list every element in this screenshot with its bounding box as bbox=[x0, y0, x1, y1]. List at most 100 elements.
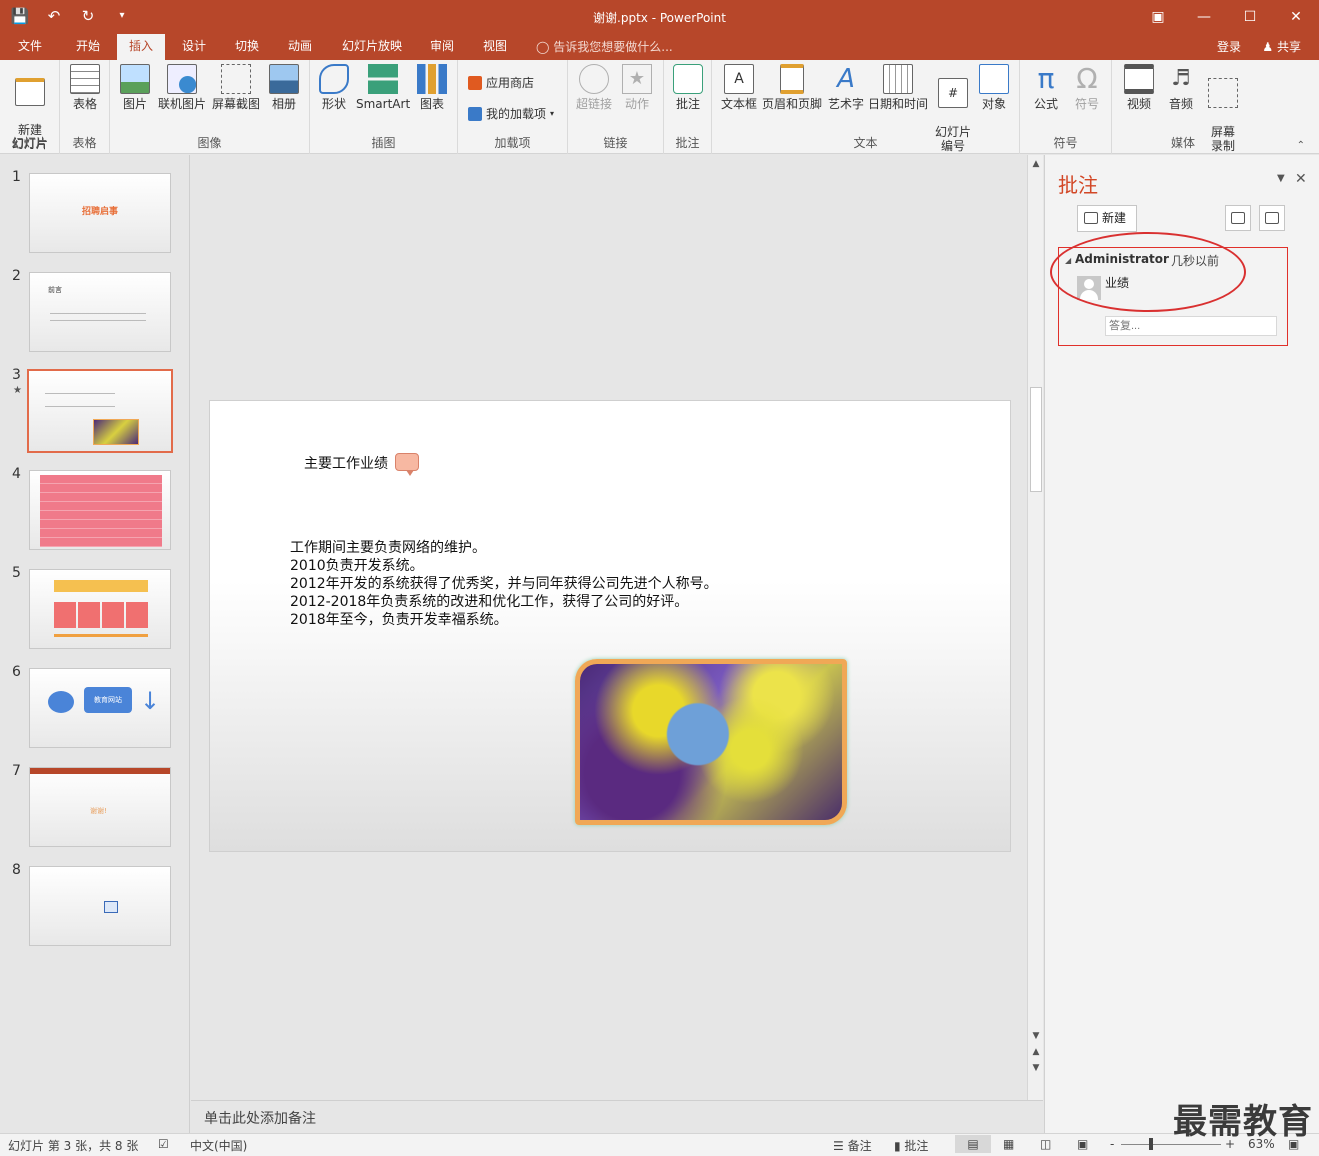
comment-marker-icon[interactable] bbox=[395, 453, 419, 476]
group-addins: 应用商店 我的加载项 ▾ 加载项 bbox=[458, 60, 568, 154]
slide-count-status[interactable]: 幻灯片 第 3 张，共 8 张 bbox=[8, 1137, 138, 1154]
thumb-blocks bbox=[54, 602, 148, 628]
equation-button[interactable]: π 公式 bbox=[1026, 64, 1066, 112]
scrollbar-thumb[interactable] bbox=[1030, 387, 1042, 492]
header-footer-button[interactable]: 页眉和页脚 bbox=[760, 64, 824, 111]
collapse-ribbon-icon[interactable]: ⌃ bbox=[1297, 140, 1305, 151]
tab-home[interactable]: 开始 bbox=[64, 34, 112, 60]
scroll-down-icon[interactable]: ▼ bbox=[1028, 1031, 1044, 1041]
store-button[interactable]: 应用商店 bbox=[468, 74, 534, 91]
new-comment-icon bbox=[1084, 212, 1098, 224]
scroll-up-icon[interactable]: ▲ bbox=[1028, 159, 1044, 169]
tab-transitions[interactable]: 切换 bbox=[223, 34, 271, 60]
pane-options-icon[interactable]: ▼ bbox=[1277, 173, 1285, 184]
slide-picture[interactable] bbox=[575, 659, 847, 825]
next-comment-button[interactable] bbox=[1259, 205, 1285, 231]
slideshow-view-icon[interactable]: ▣ bbox=[1077, 1137, 1088, 1151]
textbox-button[interactable]: A 文本框 bbox=[718, 64, 760, 111]
slide-body-text[interactable]: 工作期间主要负责网络的维护。 2010负责开发系统。 2012年开发的系统获得了… bbox=[290, 539, 718, 629]
screenshot-icon bbox=[221, 64, 251, 94]
notes-toggle[interactable]: ☰ 备注 bbox=[833, 1137, 872, 1154]
chart-label: 图表 bbox=[419, 97, 444, 111]
screenshot-button[interactable]: 屏幕截图 bbox=[210, 64, 262, 111]
tab-animations[interactable]: 动画 bbox=[276, 34, 324, 60]
slide-thumbnail-4[interactable] bbox=[29, 470, 171, 550]
picture-button[interactable]: 图片 bbox=[118, 64, 152, 111]
current-slide[interactable]: 主要工作业绩 工作期间主要负责网络的维护。 2010负责开发系统。 2012年开… bbox=[209, 400, 1011, 852]
maximize-icon[interactable]: ☐ bbox=[1227, 0, 1273, 34]
slide-thumbnail-1[interactable]: 招聘启事 bbox=[29, 173, 171, 253]
chart-button[interactable]: 图表 bbox=[414, 64, 450, 111]
zoom-out-button[interactable]: - bbox=[1110, 1137, 1114, 1151]
slide-thumbnail-7[interactable]: 谢谢! bbox=[29, 767, 171, 847]
tab-review[interactable]: 审阅 bbox=[418, 34, 466, 60]
close-icon[interactable]: ✕ bbox=[1273, 0, 1319, 34]
body-line: 2018年至今，负责开发幸福系统。 bbox=[290, 612, 508, 628]
pane-close-icon[interactable]: ✕ bbox=[1295, 171, 1307, 187]
notes-pane[interactable]: 单击此处添加备注 bbox=[191, 1100, 1043, 1133]
album-label: 相册 bbox=[271, 97, 296, 111]
group-label-tables: 表格 bbox=[72, 136, 97, 150]
chart-icon bbox=[417, 64, 447, 94]
thumb-number: 6 bbox=[12, 664, 21, 680]
slide-thumbnail-3[interactable] bbox=[27, 369, 173, 453]
online-picture-button[interactable]: 联机图片 bbox=[156, 64, 208, 111]
tab-view[interactable]: 视图 bbox=[471, 34, 519, 60]
thumb-number: 8 bbox=[12, 862, 21, 878]
reply-input[interactable] bbox=[1105, 316, 1277, 336]
symbol-button[interactable]: Ω 符号 bbox=[1068, 64, 1106, 112]
vertical-scrollbar[interactable]: ▲ ▼ ▲ ▼ bbox=[1027, 155, 1043, 1100]
thumb-header bbox=[30, 768, 170, 774]
slide-title[interactable]: 主要工作业绩 bbox=[304, 453, 388, 473]
tab-insert[interactable]: 插入 bbox=[117, 34, 166, 60]
action-button[interactable]: ★ 动作 bbox=[618, 64, 656, 111]
wordart-button[interactable]: A 艺术字 bbox=[826, 64, 866, 111]
slide-thumbnail-6[interactable]: 教育网站 ↓ bbox=[29, 668, 171, 748]
slide-thumbnail-5[interactable] bbox=[29, 569, 171, 649]
comment-button[interactable]: 批注 bbox=[670, 64, 706, 111]
smartart-button[interactable]: SmartArt bbox=[356, 64, 410, 111]
hyperlink-button[interactable]: 超链接 bbox=[574, 64, 614, 111]
thumb-number: 7 bbox=[12, 763, 21, 779]
zoom-slider-handle[interactable] bbox=[1149, 1138, 1153, 1150]
window-title: 谢谢.pptx - PowerPoint bbox=[593, 11, 726, 25]
zoom-slider[interactable] bbox=[1121, 1144, 1221, 1145]
album-button[interactable]: 相册 bbox=[266, 64, 302, 111]
datetime-button[interactable]: 日期和时间 bbox=[866, 64, 930, 111]
shapes-button[interactable]: 形状 bbox=[316, 64, 352, 111]
previous-slide-icon[interactable]: ▲ bbox=[1028, 1047, 1044, 1057]
tell-me-box[interactable]: ◯ 告诉我您想要做什么... bbox=[536, 38, 673, 55]
group-label-links: 链接 bbox=[603, 136, 628, 150]
slide-sorter-icon[interactable]: ▦ bbox=[1003, 1137, 1014, 1151]
slide-thumbnails-pane: 1 招聘启事 2 前言 3 ★ 4 5 6 教育网站 ↓ 7 谢谢! 8 bbox=[0, 155, 190, 1133]
tell-me-text: 告诉我您想要做什么... bbox=[553, 40, 673, 54]
comments-toggle[interactable]: ▮ 批注 bbox=[894, 1137, 928, 1154]
group-label-text: 文本 bbox=[853, 136, 878, 150]
next-slide-icon[interactable]: ▼ bbox=[1028, 1063, 1044, 1073]
title-bar: 💾 ↶ ↻ ▾ 谢谢.pptx - PowerPoint ▣ — ☐ ✕ bbox=[0, 0, 1319, 34]
new-comment-button[interactable]: 新建 bbox=[1077, 205, 1137, 232]
video-button[interactable]: 视频 bbox=[1120, 64, 1158, 111]
previous-comment-button[interactable] bbox=[1225, 205, 1251, 231]
my-addins-button[interactable]: 我的加载项 ▾ bbox=[468, 105, 554, 122]
minimize-icon[interactable]: — bbox=[1181, 0, 1227, 34]
reading-view-icon[interactable]: ◫ bbox=[1040, 1137, 1051, 1151]
table-button[interactable]: 表格 bbox=[66, 64, 104, 111]
slide-thumbnail-2[interactable]: 前言 bbox=[29, 272, 171, 352]
window-controls: ▣ — ☐ ✕ bbox=[1135, 0, 1319, 34]
equation-label: 公式 bbox=[1033, 97, 1058, 111]
login-link[interactable]: 登录 bbox=[1217, 38, 1241, 55]
tab-slideshow[interactable]: 幻灯片放映 bbox=[330, 34, 414, 60]
slide-thumbnail-8[interactable] bbox=[29, 866, 171, 946]
object-button[interactable]: 对象 bbox=[976, 64, 1012, 111]
ribbon-display-options-icon[interactable]: ▣ bbox=[1135, 0, 1181, 34]
smartart-label: SmartArt bbox=[356, 97, 411, 111]
language-status[interactable]: 中文(中国) bbox=[190, 1137, 247, 1154]
tab-design[interactable]: 设计 bbox=[170, 34, 218, 60]
tab-file[interactable]: 文件 bbox=[6, 34, 54, 60]
share-button[interactable]: ♟ 共享 bbox=[1256, 36, 1307, 57]
normal-view-icon[interactable]: ▤ bbox=[955, 1135, 991, 1153]
audio-button[interactable]: ♬ 音频 bbox=[1162, 64, 1200, 111]
group-comments: 批注 批注 bbox=[664, 60, 712, 154]
spellcheck-icon[interactable]: ☑ bbox=[158, 1137, 169, 1151]
